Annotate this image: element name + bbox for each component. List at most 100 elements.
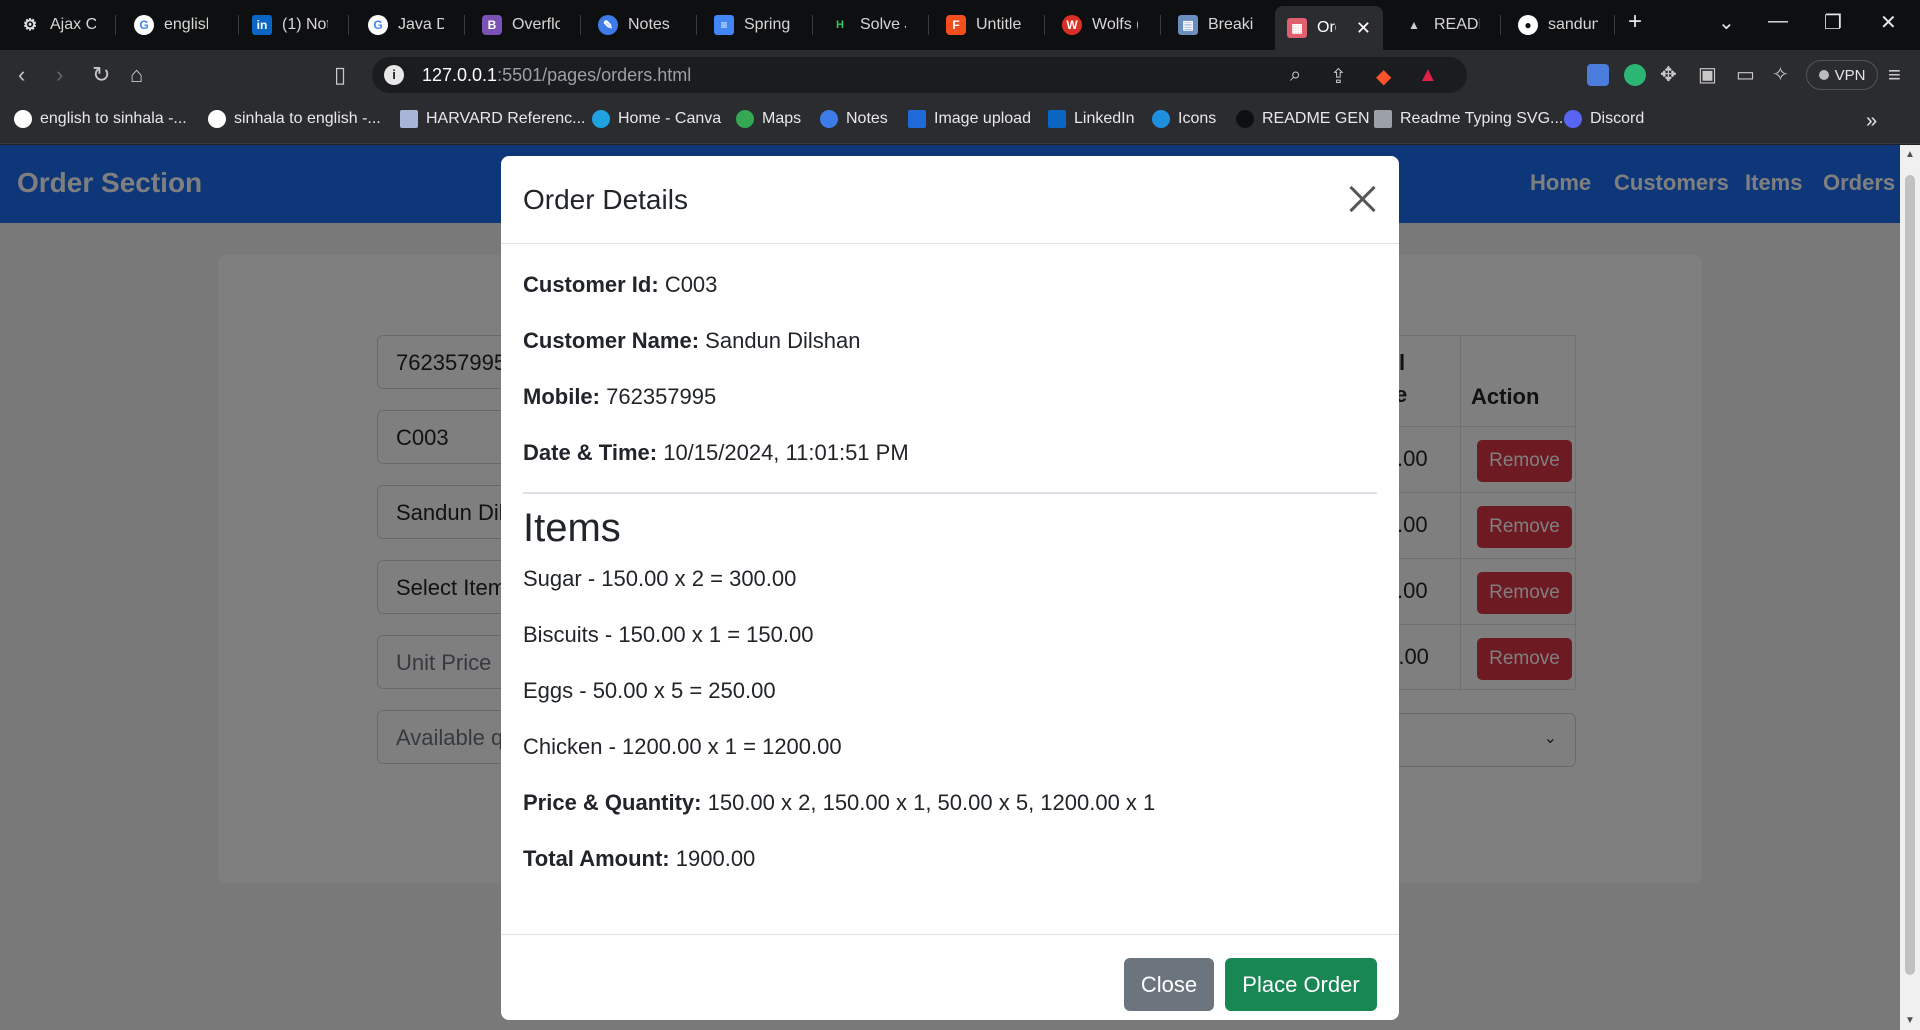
bookmark-icon[interactable]: ▯	[334, 63, 346, 87]
price-quantity-row: Price & Quantity: 150.00 x 2, 150.00 x 1…	[523, 790, 1156, 815]
brave-rewards-icon[interactable]: ▲	[1418, 64, 1438, 87]
zoom-icon[interactable]: ⌕	[1290, 64, 1301, 87]
bookmark-item[interactable]: HARVARD Referenc...	[400, 110, 585, 128]
window-close-icon[interactable]: ✕	[1880, 10, 1897, 35]
bookmark-item[interactable]: sinhala to english -...	[208, 110, 381, 128]
home-icon[interactable]: ⌂	[130, 63, 143, 87]
discord-icon	[1564, 110, 1582, 128]
item-line: Sugar - 150.00 x 2 = 300.00	[523, 566, 797, 591]
news-icon: ▤	[1178, 15, 1198, 35]
imgbb-icon	[908, 110, 926, 128]
docs-icon: ≡	[714, 15, 734, 35]
tab[interactable]: HSolve Ja	[818, 8, 918, 42]
item-line: Chicken - 1200.00 x 1 = 1200.00	[523, 734, 842, 759]
maps-icon	[736, 110, 754, 128]
tab[interactable]: ▤Breaking	[1166, 8, 1266, 42]
new-tab-button[interactable]: +	[1628, 8, 1642, 36]
linkedin-icon: in	[252, 15, 272, 35]
readme-icon	[1236, 110, 1254, 128]
menu-icon[interactable]: ≡	[1888, 63, 1901, 87]
bookmark-item[interactable]: Notes	[820, 110, 888, 128]
tab[interactable]: ≡Spring -	[702, 8, 802, 42]
page-icon: ▦	[1287, 18, 1307, 38]
notes-icon: ✎	[598, 15, 618, 35]
url-text[interactable]: 127.0.0.1:5501/pages/orders.html	[422, 65, 691, 86]
google-icon: G	[134, 15, 154, 35]
bookmark-item[interactable]: Readme Typing SVG...	[1374, 110, 1563, 128]
browser-tab-bar: ⚙Ajax Cus Genglish t in(1) Notif GJava D…	[0, 0, 1920, 50]
hackerrank-icon: H	[836, 19, 844, 31]
brave-shield-icon[interactable]: ◆	[1376, 64, 1391, 89]
restore-icon[interactable]: ❐	[1824, 10, 1842, 35]
item-line: Biscuits - 150.00 x 1 = 150.00	[523, 622, 814, 647]
more-bookmarks-icon[interactable]: »	[1866, 110, 1877, 133]
mobile-row: Mobile: 762357995	[523, 384, 717, 409]
bookmark-item[interactable]: Home - Canva	[592, 110, 721, 128]
tab[interactable]: BOverflow	[470, 8, 572, 42]
modal-header: Order Details	[501, 156, 1399, 244]
tab[interactable]: ●sandunc	[1506, 8, 1610, 42]
google-icon	[208, 110, 226, 128]
bookmark-item[interactable]: Image upload	[908, 110, 1031, 128]
address-bar-row: ‹ › ↻ ⌂ ▯ i 127.0.0.1:5501/pages/orders.…	[0, 50, 1920, 100]
page-scrollbar[interactable]: ▲ ▼	[1900, 145, 1920, 1030]
back-icon[interactable]: ‹	[18, 63, 25, 87]
tab[interactable]: in(1) Notif	[240, 8, 340, 42]
chevron-down-icon[interactable]: ⌄	[1718, 10, 1735, 35]
datetime-row: Date & Time: 10/15/2024, 11:01:51 PM	[523, 440, 909, 465]
close-icon[interactable]	[1347, 184, 1377, 214]
icons-icon	[1152, 110, 1170, 128]
scroll-down-icon[interactable]: ▼	[1905, 1015, 1915, 1026]
reload-icon[interactable]: ↻	[92, 63, 110, 87]
extensions-icon[interactable]: ✥	[1660, 63, 1677, 87]
scroll-thumb[interactable]	[1905, 175, 1915, 975]
figma-icon: F	[946, 15, 966, 35]
bookmark-item[interactable]: LinkedIn	[1048, 110, 1135, 128]
tab[interactable]: WWolfs (2	[1050, 8, 1150, 42]
bookmark-item[interactable]: english to sinhala -...	[14, 110, 187, 128]
minimize-icon[interactable]: —	[1768, 10, 1788, 33]
total-amount-row: Total Amount: 1900.00	[523, 846, 756, 871]
grammarly-icon[interactable]	[1624, 64, 1646, 86]
bookmark-item[interactable]: Discord	[1564, 110, 1644, 128]
divider	[523, 492, 1377, 494]
page-viewport: Order Section Home Customers Items Order…	[0, 145, 1900, 1030]
vpn-button[interactable]: VPN	[1806, 60, 1878, 90]
translate-icon[interactable]	[1587, 64, 1609, 86]
chatgpt-icon: ⚙	[22, 17, 38, 34]
site-info-icon[interactable]: i	[384, 65, 404, 85]
bookmarks-bar: english to sinhala -... sinhala to engli…	[0, 100, 1920, 144]
share-icon[interactable]: ⇪	[1330, 64, 1347, 89]
item-line: Eggs - 50.00 x 5 = 250.00	[523, 678, 776, 703]
sidebar-icon[interactable]: ▣	[1698, 63, 1717, 87]
linkedin-icon	[1048, 110, 1066, 128]
typing-svg-icon	[1374, 110, 1392, 128]
place-order-button[interactable]: Place Order	[1225, 958, 1377, 1011]
tab[interactable]: GJava Dat	[356, 8, 456, 42]
bookmark-item[interactable]: Maps	[736, 110, 801, 128]
canva-icon	[592, 110, 610, 128]
tab[interactable]: Genglish t	[122, 8, 220, 42]
tab[interactable]: FUntitled	[934, 8, 1034, 42]
close-tab-icon[interactable]: ✕	[1356, 18, 1371, 39]
google-icon: G	[368, 15, 388, 35]
omnibox[interactable]: i 127.0.0.1:5501/pages/orders.html ⌕ ⇪ ◆…	[372, 57, 1467, 93]
tab[interactable]: ⚙Ajax Cus	[8, 8, 108, 42]
customer-id-row: Customer Id: C003	[523, 272, 718, 297]
tab[interactable]: ▲READM	[1392, 8, 1492, 42]
bootstrap-icon: B	[482, 15, 502, 35]
harvard-icon	[400, 110, 418, 128]
order-details-modal: Order Details Customer Id: C003 Customer…	[501, 156, 1399, 1020]
items-heading: Items	[523, 506, 621, 550]
tab[interactable]: ✎ Notes	[586, 8, 686, 42]
close-button[interactable]: Close	[1124, 958, 1214, 1011]
bookmark-item[interactable]: Icons	[1152, 110, 1216, 128]
forward-icon[interactable]: ›	[56, 63, 63, 87]
wolf-icon: W	[1062, 15, 1082, 35]
bookmark-item[interactable]: README GEN	[1236, 110, 1370, 128]
leo-ai-icon[interactable]: ✧	[1772, 63, 1789, 87]
scroll-up-icon[interactable]: ▲	[1905, 149, 1915, 160]
wallet-icon[interactable]: ▭	[1736, 63, 1755, 87]
tab-active[interactable]: ▦Ord✕	[1275, 6, 1383, 50]
customer-name-row: Customer Name: Sandun Dilshan	[523, 328, 861, 353]
